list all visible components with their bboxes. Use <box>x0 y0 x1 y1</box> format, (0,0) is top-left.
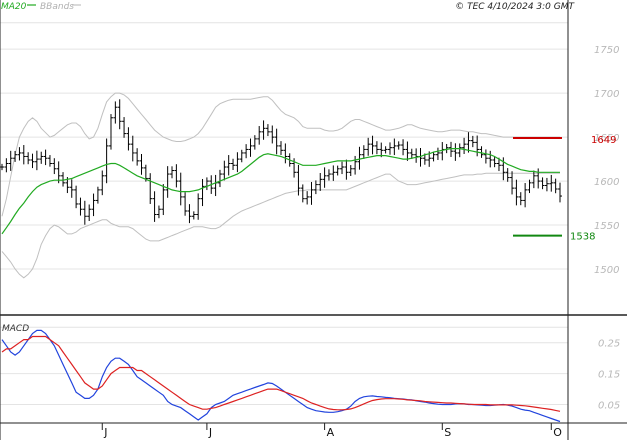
x-tick-label: J <box>208 426 212 439</box>
x-tick-label: O <box>553 426 562 439</box>
price-ytick-label: 1700 <box>594 89 619 100</box>
x-tick-label: S <box>444 426 451 439</box>
macd-ytick-label: 0.25 <box>598 339 620 350</box>
x-tick-label: A <box>327 426 335 439</box>
macd-title: MACD <box>2 324 29 334</box>
macd-ytick-label: 0.15 <box>598 370 620 381</box>
chart-root: 1750 1700 1650 1600 1550 1500 0.25 0.15 0.05 J J A S… <box>0 0 627 440</box>
price-ytick-label: 1600 <box>594 177 619 188</box>
macd-ytick-label: 0.05 <box>598 401 620 412</box>
timestamp: © TEC 4/10/2024 3:0 GMT <box>455 2 575 12</box>
ma-legend-label: MA20 <box>1 2 27 12</box>
chart-svg: 1750170016501600155015000.250.150.05J J A S… <box>0 0 627 440</box>
x-tick-label: J <box>103 426 107 439</box>
bbands-legend-label: BBands <box>40 2 74 12</box>
price-ytick-label: 1500 <box>594 265 619 276</box>
resistance-label: 1649 <box>591 135 616 146</box>
price-ytick-label: 1550 <box>594 221 619 232</box>
support-label: 1538 <box>570 232 595 243</box>
price-ytick-label: 1750 <box>594 45 619 56</box>
